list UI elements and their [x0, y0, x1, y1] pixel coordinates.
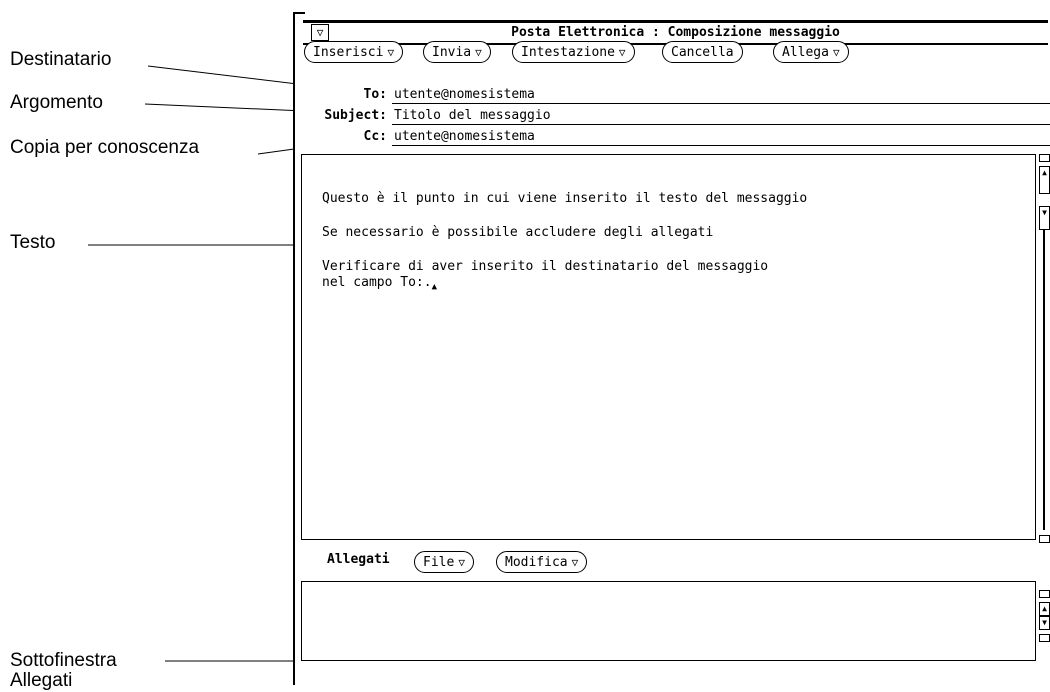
- to-field-underline: [392, 103, 1050, 104]
- attachments-subwindow[interactable]: [301, 581, 1036, 661]
- scrollbar-bottom-cable-anchor[interactable]: [1039, 535, 1050, 543]
- body-line-4-text: nel campo To:.: [322, 275, 432, 290]
- menu-triangle-icon: ▽: [458, 556, 465, 569]
- subject-field[interactable]: Titolo del messaggio: [394, 108, 551, 124]
- scrollbar-top-cable-anchor[interactable]: [1039, 154, 1050, 162]
- message-scrollbar[interactable]: ▲ ▼: [1039, 154, 1050, 544]
- file-label: File: [423, 555, 455, 570]
- scrollbar-bottom-cable-anchor[interactable]: [1039, 634, 1050, 642]
- allega-button[interactable]: Allega ▽: [773, 41, 849, 63]
- scrollbar-top-cable-anchor[interactable]: [1039, 590, 1050, 598]
- cancella-button[interactable]: Cancella: [662, 41, 743, 63]
- subject-label: Subject:: [324, 108, 387, 123]
- invia-label: Invia: [432, 45, 472, 60]
- invia-button[interactable]: Invia ▽: [423, 41, 491, 63]
- callout-copia: Copia per conoscenza: [10, 137, 200, 158]
- modifica-label: Modifica: [505, 555, 568, 570]
- window-title: Posta Elettronica : Composizione messagg…: [511, 25, 840, 40]
- menu-triangle-icon: ▽: [618, 46, 626, 59]
- to-label: To:: [363, 87, 387, 102]
- menu-triangle-icon: ▽: [387, 46, 395, 59]
- body-line-2: Se necessario è possibile accludere degl…: [322, 225, 714, 240]
- scroll-up-arrow-icon[interactable]: ▲: [1039, 602, 1050, 616]
- callout-testo: Testo: [10, 232, 56, 253]
- callout-argomento: Argomento: [10, 92, 103, 113]
- attachments-label: Allegati: [327, 552, 390, 567]
- body-line-4: nel campo To:.▲: [322, 275, 437, 295]
- cc-field-underline: [392, 145, 1050, 146]
- body-line-1: Questo è il punto in cui viene inserito …: [322, 191, 808, 206]
- menu-triangle-icon: ▽: [832, 46, 840, 59]
- inserisci-label: Inserisci: [313, 45, 384, 60]
- text-caret-icon: ▲: [431, 282, 437, 292]
- menu-triangle-icon: ▽: [571, 556, 579, 569]
- modifica-button[interactable]: Modifica ▽: [496, 551, 588, 573]
- inserisci-button[interactable]: Inserisci ▽: [304, 41, 404, 63]
- callout-destinatario: Destinatario: [10, 49, 112, 70]
- scroll-down-arrow-icon[interactable]: ▼: [1039, 206, 1050, 230]
- attachments-scrollbar[interactable]: ▲ ▼: [1039, 590, 1050, 660]
- file-button[interactable]: File ▽: [414, 551, 474, 573]
- scroll-up-arrow-icon[interactable]: ▲: [1039, 166, 1050, 194]
- body-line-3: Verificare di aver inserito il destinata…: [322, 259, 769, 274]
- callout-sottofinestra: Sottofinestra: [10, 650, 117, 671]
- allega-label: Allega: [782, 45, 829, 60]
- intestazione-button[interactable]: Intestazione ▽: [512, 41, 635, 63]
- to-field[interactable]: utente@nomesistema: [394, 87, 535, 103]
- cancella-label: Cancella: [671, 45, 734, 60]
- cc-label: Cc:: [363, 129, 387, 144]
- scrollbar-track[interactable]: [1043, 230, 1045, 530]
- menu-triangle-icon: ▽: [475, 46, 482, 59]
- message-text-pane[interactable]: Questo è il punto in cui viene inserito …: [301, 154, 1036, 540]
- intestazione-label: Intestazione: [521, 45, 615, 60]
- cc-field[interactable]: utente@nomesistema: [394, 129, 535, 145]
- callout-allegati: Allegati: [10, 670, 73, 691]
- subject-field-underline: [392, 124, 1050, 125]
- scroll-down-arrow-icon[interactable]: ▼: [1039, 616, 1050, 630]
